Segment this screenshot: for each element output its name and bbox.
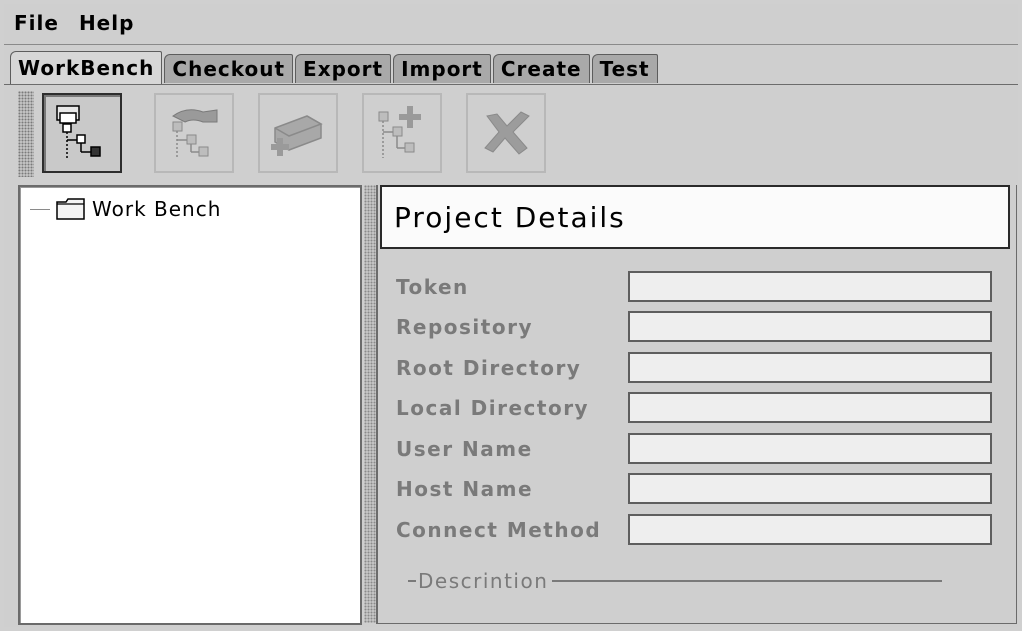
- user-name-label: User Name: [396, 437, 533, 461]
- application-window: File Help WorkBench Checkout Export Impo…: [4, 4, 1018, 627]
- add-tree-node-button[interactable]: [362, 93, 442, 173]
- local-directory-field[interactable]: [628, 392, 992, 423]
- add-module-button[interactable]: [258, 93, 338, 173]
- workbench-tree[interactable]: Work Bench: [18, 185, 362, 625]
- tab-workbench[interactable]: WorkBench: [10, 51, 163, 84]
- host-name-label: Host Name: [396, 477, 534, 501]
- row-host-name: Host Name: [396, 473, 996, 507]
- tab-create[interactable]: Create: [492, 54, 590, 83]
- description-border-line: [552, 580, 943, 582]
- connect-method-field[interactable]: [628, 514, 992, 545]
- connect-method-label: Connect Method: [396, 518, 602, 542]
- row-root-directory: Root Directory: [396, 352, 996, 386]
- row-token: Token: [396, 271, 996, 305]
- tree-node-workbench[interactable]: Work Bench: [30, 197, 221, 221]
- host-name-field[interactable]: [628, 473, 992, 504]
- project-details-panel: Project Details Token Repository Root Di…: [376, 185, 1017, 624]
- row-user-name: User Name: [396, 433, 996, 467]
- local-directory-label: Local Directory: [396, 396, 590, 420]
- row-local-directory: Local Directory: [396, 392, 996, 426]
- user-name-field[interactable]: [628, 433, 992, 464]
- row-repository: Repository: [396, 311, 996, 345]
- menu-bar: File Help: [4, 4, 1018, 42]
- tab-underline: [4, 84, 1018, 85]
- split-pane-divider[interactable]: [364, 185, 376, 623]
- details-title: Project Details: [380, 185, 1010, 249]
- description-group: Descrintion: [408, 569, 943, 593]
- root-directory-field[interactable]: [628, 352, 992, 383]
- toolbar: [18, 91, 618, 177]
- tab-export[interactable]: Export: [295, 54, 392, 83]
- menu-help[interactable]: Help: [69, 11, 144, 35]
- toolbar-grip[interactable]: [18, 91, 34, 177]
- tab-test[interactable]: Test: [591, 54, 658, 83]
- description-border-tick: [408, 580, 416, 582]
- add-module-icon: [271, 115, 323, 156]
- folder-icon: [56, 198, 85, 220]
- tree-connector: [30, 208, 50, 210]
- open-tree-icon: [56, 105, 101, 158]
- repository-field[interactable]: [628, 311, 992, 342]
- token-label: Token: [396, 275, 469, 299]
- tab-bar: WorkBench Checkout Export Import Create …: [10, 51, 660, 84]
- delete-button[interactable]: [466, 93, 546, 173]
- add-tree-node-icon: [378, 106, 421, 158]
- menu-separator: [4, 44, 1018, 45]
- repository-label: Repository: [396, 315, 533, 339]
- link-tree-icon: [172, 109, 218, 158]
- link-tree-button[interactable]: [154, 93, 234, 173]
- menu-file[interactable]: File: [4, 11, 69, 35]
- delete-icon: [484, 111, 530, 155]
- row-connect-method: Connect Method: [396, 514, 996, 548]
- tab-import[interactable]: Import: [393, 54, 491, 83]
- tree-node-label: Work Bench: [92, 197, 222, 221]
- description-label: Descrintion: [418, 569, 549, 593]
- root-directory-label: Root Directory: [396, 356, 582, 380]
- tab-checkout[interactable]: Checkout: [164, 54, 294, 83]
- open-tree-button[interactable]: [42, 93, 122, 173]
- token-field[interactable]: [628, 271, 992, 302]
